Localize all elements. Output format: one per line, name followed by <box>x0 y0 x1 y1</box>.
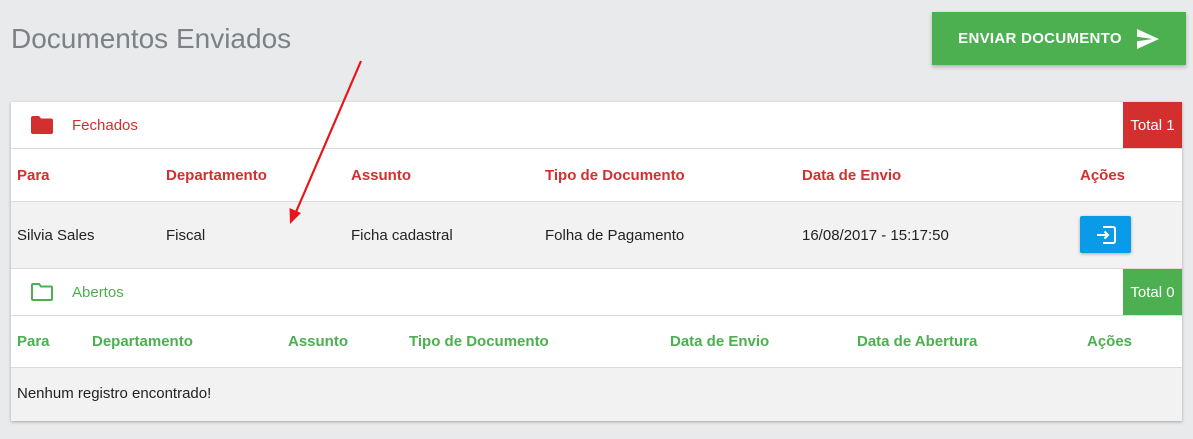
send-document-label: ENVIAR DOCUMENTO <box>958 30 1122 47</box>
page-title: Documentos Enviados <box>11 23 292 54</box>
closed-total-badge: Total 1 <box>1123 102 1182 148</box>
folder-icon <box>31 116 53 134</box>
divider <box>11 148 1182 149</box>
open-section-header[interactable]: Abertos Total 0 <box>11 269 1182 315</box>
col-assunto: Assunto <box>288 333 348 350</box>
cell-data-envio: 16/08/2017 - 15:17:50 <box>802 227 949 244</box>
cell-para: Silvia Sales <box>17 227 95 244</box>
divider <box>11 315 1182 316</box>
col-tipo-documento: Tipo de Documento <box>545 167 685 184</box>
send-icon <box>1136 28 1159 49</box>
documents-card: Fechados Total 1 Para Departamento Assun… <box>11 102 1182 421</box>
send-document-button[interactable]: ENVIAR DOCUMENTO <box>932 12 1186 65</box>
cell-tipo-documento: Folha de Pagamento <box>545 227 685 244</box>
col-acoes: Ações <box>1080 167 1126 184</box>
col-departamento: Departamento <box>92 333 193 350</box>
col-data-envio: Data de Envio <box>670 333 770 350</box>
cell-departamento: Fiscal <box>166 227 206 244</box>
cell-assunto: Ficha cadastral <box>351 227 453 244</box>
open-total-badge: Total 0 <box>1123 269 1182 315</box>
closed-section-label: Fechados <box>72 117 138 134</box>
open-document-button[interactable] <box>1080 216 1131 253</box>
closed-section-header[interactable]: Fechados Total 1 <box>11 102 1182 148</box>
folder-open-icon <box>31 283 53 301</box>
col-data-envio: Data de Envio <box>802 167 902 184</box>
col-data-abertura: Data de Abertura <box>857 333 978 350</box>
col-assunto: Assunto <box>351 167 411 184</box>
col-para: Para <box>17 333 50 350</box>
col-departamento: Departamento <box>166 167 267 184</box>
col-para: Para <box>17 167 50 184</box>
col-tipo-documento: Tipo de Documento <box>409 333 549 350</box>
empty-message: Nenhum registro encontrado! <box>17 385 212 402</box>
page-header: Documentos Enviados ENVIAR DOCUMENTO <box>0 0 1193 79</box>
open-section-label: Abertos <box>72 284 124 301</box>
enter-icon <box>1096 225 1116 244</box>
col-acoes: Ações <box>1087 333 1133 350</box>
